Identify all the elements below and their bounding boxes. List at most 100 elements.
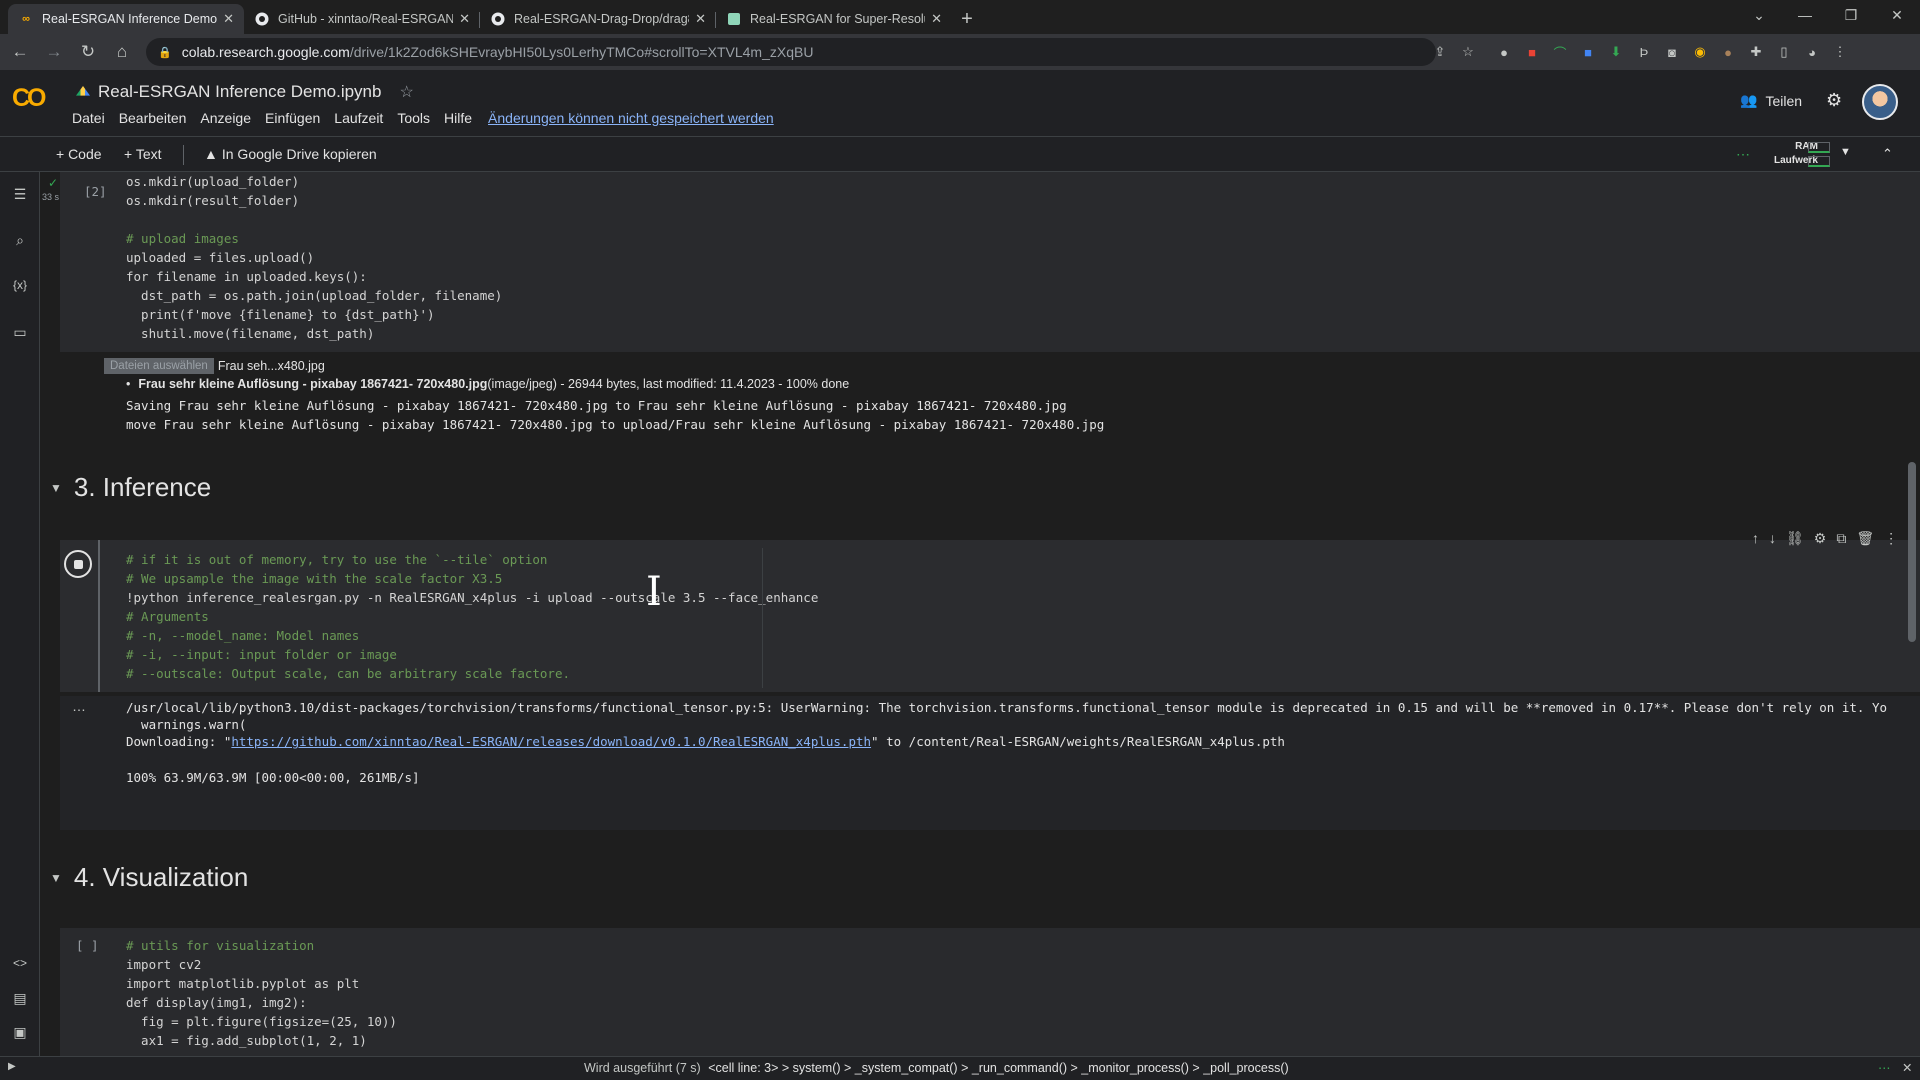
collapse-header-icon[interactable]: ⌃ (1882, 146, 1893, 162)
extension-icon[interactable]: ■ (1518, 38, 1546, 66)
status-menu-icon[interactable]: ⋯ (1878, 1060, 1891, 1075)
settings-gear-icon[interactable]: ⚙ (1826, 90, 1842, 111)
notebook-area: ✓ 33 s [2] os.mkdir(upload_folder) os.mkd… (40, 172, 1920, 1056)
extension-icon[interactable]: ■ (1574, 38, 1602, 66)
address-bar[interactable]: 🔒 colab.research.google.com/drive/1k2Zod… (146, 38, 1436, 66)
add-code-button[interactable]: + Code (56, 146, 102, 162)
reload-icon[interactable]: ↻ (74, 38, 102, 66)
colab-logo[interactable]: CO (12, 84, 46, 113)
drive-copy-label: In Google Drive kopieren (221, 146, 377, 162)
close-window-button[interactable]: ✕ (1874, 0, 1920, 30)
drive-copy-button[interactable]: ▲ In Google Drive kopieren (204, 146, 377, 162)
camera-icon[interactable]: ◙ (1658, 38, 1686, 66)
stop-execution-button[interactable] (64, 550, 92, 578)
minimize-button[interactable]: — (1782, 0, 1828, 30)
expand-status-icon[interactable]: ▶ (8, 1061, 16, 1072)
forward-icon[interactable]: → (40, 38, 68, 66)
menu-view[interactable]: Anzeige (200, 110, 251, 126)
tab-colab[interactable]: ∞ Real-ESRGAN Inference Demo.ip ✕ (8, 4, 244, 34)
bookmark-star-icon[interactable]: ☆ (1454, 38, 1482, 66)
text-cursor-icon: I (646, 569, 662, 615)
close-status-icon[interactable]: ✕ (1902, 1060, 1912, 1075)
tab-github[interactable]: GitHub - xinntao/Real-ESRGAN: I ✕ (244, 4, 480, 34)
link-icon[interactable]: ⛓ (1786, 530, 1804, 547)
notebook-toolbar: + Code + Text ▲ In Google Drive kopieren … (0, 136, 1920, 172)
download-line: Downloading: "https://github.com/xinntao… (126, 732, 1285, 751)
more-options-icon[interactable]: ⋮ (1884, 530, 1898, 547)
collapse-caret-icon[interactable]: ▼ (50, 871, 62, 885)
menu-file[interactable]: Datei (72, 110, 105, 126)
back-icon[interactable]: ← (6, 38, 34, 66)
extension-icon[interactable]: ◉ (1686, 38, 1714, 66)
stop-icon (73, 559, 83, 569)
url-path: /drive/1k2Zod6kSHEvraybHI50Lys0LerhyTMCo… (349, 44, 814, 60)
new-tab-button[interactable]: + (952, 4, 982, 34)
choose-files-button[interactable]: Dateien auswählen (104, 358, 214, 374)
command-palette-icon[interactable]: ▤ (0, 990, 40, 1007)
tab-search-icon[interactable]: ⌄ (1736, 0, 1782, 30)
restore-button[interactable]: ❐ (1828, 0, 1874, 30)
menu-insert[interactable]: Einfügen (265, 110, 320, 126)
code-editor[interactable]: os.mkdir(upload_folder) os.mkdir(result_f… (126, 172, 502, 343)
home-icon[interactable]: ⌂ (108, 38, 136, 66)
chosen-file-label: Frau seh...x480.jpg (217, 359, 325, 373)
table-of-contents-icon[interactable]: ☰ (0, 186, 40, 203)
move-up-icon[interactable]: ↑ (1752, 530, 1759, 547)
move-down-icon[interactable]: ↓ (1769, 530, 1776, 547)
section-heading-visualization[interactable]: ▼ 4. Visualization (50, 862, 248, 893)
share-page-icon[interactable]: ⇪ (1426, 38, 1454, 66)
search-icon[interactable]: ⌕ (0, 232, 40, 249)
code-cell-inference[interactable]: # if it is out of memory, try to use the… (60, 530, 1920, 692)
close-tab-icon[interactable]: ✕ (459, 11, 470, 27)
close-tab-icon[interactable]: ✕ (223, 11, 234, 27)
section-heading-inference[interactable]: ▼ 3. Inference (50, 472, 211, 503)
collapse-caret-icon[interactable]: ▼ (50, 481, 62, 495)
profile-icon[interactable]: ◕ (1798, 38, 1826, 66)
code-line: print(f'move {filename} to {dst_path}') (126, 307, 435, 322)
tab-title: Real-ESRGAN Inference Demo.ip (42, 12, 218, 26)
terminal-icon[interactable]: ▣ (0, 1024, 40, 1041)
code-cell-visualization[interactable]: [ ] # utils for visualization import cv2 i… (60, 928, 1920, 1056)
unsaved-warning-link[interactable]: Änderungen können nicht gespeichert werd… (488, 110, 774, 126)
runtime-dropdown-icon[interactable]: ▼ (1840, 146, 1851, 158)
variables-icon[interactable]: {x} (0, 278, 40, 292)
tab-github-2[interactable]: Real-ESRGAN-Drag-Drop/drag8 ✕ (480, 4, 716, 34)
star-icon[interactable]: ☆ (399, 82, 413, 102)
code-editor[interactable]: # if it is out of memory, try to use the… (126, 550, 818, 683)
puzzle-icon[interactable]: ✚ (1742, 38, 1770, 66)
extension-icon[interactable]: ● (1490, 38, 1518, 66)
user-avatar[interactable] (1862, 84, 1898, 120)
extension-icon[interactable]: ● (1714, 38, 1742, 66)
menu-edit[interactable]: Bearbeiten (119, 110, 187, 126)
menu-runtime[interactable]: Laufzeit (334, 110, 383, 126)
extension-icon[interactable]: Þ (1630, 38, 1658, 66)
code-line: import cv2 (126, 957, 202, 972)
code-snippets-icon[interactable]: <> (0, 956, 40, 970)
sidepanel-icon[interactable]: ▯ (1770, 38, 1798, 66)
add-text-button[interactable]: + Text (124, 146, 162, 162)
extension-icon[interactable]: ⌒ (1546, 38, 1574, 66)
cell-settings-icon[interactable]: ⚙ (1814, 530, 1827, 547)
mirror-cell-icon[interactable]: ⧉ (1836, 530, 1846, 547)
output-menu-icon[interactable]: … (72, 698, 86, 714)
delete-icon[interactable]: 🗑 (1856, 530, 1874, 547)
ram-meter (1808, 142, 1830, 153)
tab-paper[interactable]: Real-ESRGAN for Super-Resoluti ✕ (716, 4, 952, 34)
share-button[interactable]: 👥 Teilen (1740, 92, 1802, 109)
github-icon (490, 11, 506, 27)
scrollbar-thumb[interactable] (1908, 462, 1916, 642)
code-cell-upload[interactable]: ✓ 33 s [2] os.mkdir(upload_folder) os.mkd… (42, 172, 1920, 352)
weights-download-link[interactable]: https://github.com/xinntao/Real-ESRGAN/r… (231, 734, 871, 749)
notebook-title[interactable]: Real-ESRGAN Inference Demo.ipynb ☆ (76, 82, 414, 102)
download-icon[interactable]: ⬇ (1602, 38, 1630, 66)
code-line: def display(img1, img2): (126, 995, 307, 1010)
code-editor[interactable]: # utils for visualization import cv2 impor… (126, 936, 397, 1050)
files-folder-icon[interactable]: ▭ (0, 324, 40, 341)
warning-line: /usr/local/lib/python3.10/dist-packages/… (126, 700, 1887, 715)
menu-dots-icon[interactable]: ⋮ (1826, 38, 1854, 66)
menu-help[interactable]: Hilfe (444, 110, 472, 126)
exec-count[interactable]: [ ] (76, 938, 99, 953)
menu-tools[interactable]: Tools (397, 110, 430, 126)
close-tab-icon[interactable]: ✕ (931, 11, 942, 27)
close-tab-icon[interactable]: ✕ (695, 11, 706, 27)
